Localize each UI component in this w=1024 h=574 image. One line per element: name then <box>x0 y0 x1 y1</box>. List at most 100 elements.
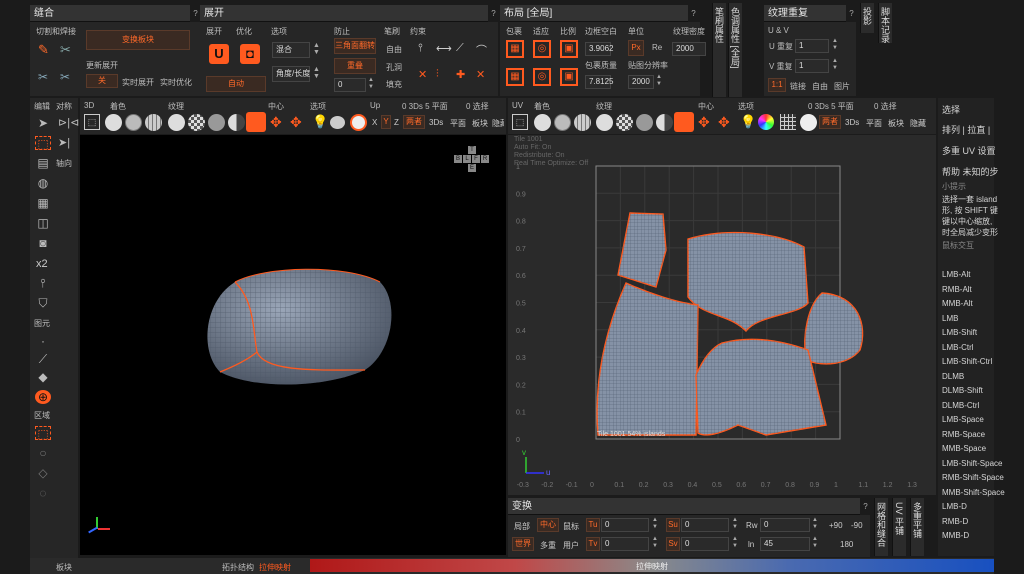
nav-bottom[interactable]: E <box>468 164 476 172</box>
x2-label[interactable]: x2 <box>36 258 48 270</box>
free-brush-label[interactable]: 自由 <box>386 44 402 55</box>
plane-tool-icon[interactable]: ◆ <box>35 370 51 384</box>
ratio-1-1-button[interactable]: 1:1 <box>768 78 786 92</box>
help-icon[interactable]: ? <box>860 501 871 512</box>
texture-repeat-header[interactable]: 纹理重复 <box>764 5 846 22</box>
free-button[interactable]: 自由 <box>812 81 828 92</box>
help-unknown-step[interactable]: 帮助 未知的步 <box>942 165 999 178</box>
spinner-icon[interactable]: ▲ ▼ <box>368 77 374 91</box>
v-repeat-field[interactable]: 1 <box>795 59 829 73</box>
multi-repeat-tab[interactable]: 多重平铺 <box>910 498 924 556</box>
uv-texture-solid-icon[interactable] <box>596 114 613 131</box>
transform-panel-header[interactable]: 变换 <box>508 498 860 515</box>
nav-left[interactable]: L <box>463 155 471 163</box>
arrange-straighten-menu[interactable]: 排列 | 拉直 | <box>942 123 990 136</box>
nav-top[interactable]: T <box>468 146 476 154</box>
pin-x-icon[interactable]: ✕ <box>418 68 427 81</box>
sphere-shade-icon[interactable] <box>350 114 367 131</box>
margin-field[interactable]: 3.9062 <box>585 42 613 56</box>
uv-grid-icon[interactable] <box>780 114 796 130</box>
view3d-hide-button[interactable]: 隐藏 <box>492 118 504 129</box>
texture-half-icon[interactable] <box>228 114 245 131</box>
frame-icon[interactable]: ⬚ <box>84 114 100 130</box>
uv-shade-solid-icon[interactable] <box>534 114 551 131</box>
re-unit-button[interactable]: Re <box>652 43 662 52</box>
convert-seams-button[interactable]: 变换板块 <box>86 30 190 50</box>
pin-icon[interactable]: ⫯ <box>35 276 51 290</box>
rotate-180-button[interactable]: 180 <box>840 540 853 549</box>
realtime-unwrap-toggle[interactable]: 实时展开 <box>122 77 154 88</box>
realtime-optimize-toggle[interactable]: 实时优化 <box>160 77 192 88</box>
fill-brush-label[interactable]: 填充 <box>386 79 402 90</box>
su-button[interactable]: Su <box>666 518 680 532</box>
uv-center-move-icon[interactable]: ✥ <box>698 114 710 131</box>
shade-grid-icon[interactable] <box>145 114 162 131</box>
fit-icon[interactable]: ◎ <box>533 40 551 58</box>
nav-cube[interactable]: T B L F R E <box>454 146 490 176</box>
tu-field[interactable]: 0 <box>601 518 649 532</box>
su-field[interactable]: 0 <box>681 518 729 532</box>
spinner-icon[interactable]: ▲ ▼ <box>812 517 818 531</box>
texture-solid-icon[interactable] <box>168 114 185 131</box>
user-button[interactable]: 用户 <box>563 540 579 551</box>
blend-select[interactable]: 混合 <box>272 42 310 58</box>
pack-all-icon[interactable]: ▦ <box>506 68 524 86</box>
brush-attr-tab[interactable]: 笔刷属性 <box>712 3 726 97</box>
cross-x-icon[interactable]: ✚ <box>456 68 465 81</box>
stitch-tool-icon[interactable]: ✂ <box>38 70 48 84</box>
globe-icon[interactable]: ⊕ <box>35 390 51 404</box>
multi-uv-settings[interactable]: 多重 UV 设置 <box>942 144 996 157</box>
mesh-3d[interactable] <box>195 262 395 390</box>
ratio-icon[interactable]: ▣ <box>560 40 578 58</box>
sv-field[interactable]: 0 <box>681 537 729 551</box>
shade-wire-icon[interactable] <box>125 114 142 131</box>
center-move-icon[interactable]: ✥ <box>270 114 282 131</box>
ratio-all-icon[interactable]: ▣ <box>560 68 578 86</box>
texture-mesh-icon[interactable] <box>208 114 225 131</box>
uv-texture-half-icon[interactable] <box>656 114 673 131</box>
rw-field[interactable]: 0 <box>760 518 810 532</box>
uv-texture-active-icon[interactable] <box>674 112 694 132</box>
ellipse-icon[interactable] <box>330 116 345 129</box>
rotate-minus-90-button[interactable]: -90 <box>851 521 863 530</box>
pin-icon[interactable]: ⫯ <box>418 42 423 55</box>
help-icon[interactable]: ? <box>846 8 857 19</box>
axis-x-button[interactable]: X <box>372 118 377 127</box>
curve-icon[interactable]: ⌒ <box>476 42 487 58</box>
uv-3ds-button[interactable]: 3Ds <box>845 118 859 127</box>
spinner-icon[interactable]: ▲ ▼ <box>832 58 838 72</box>
axis-y-button[interactable]: Y <box>381 115 391 129</box>
stitch-panel-header[interactable]: 缝合 <box>30 5 190 22</box>
spinner-icon[interactable]: ▲ ▼ <box>652 517 658 531</box>
status-topology[interactable]: 拓扑结构 <box>222 562 254 573</box>
weld-icon[interactable]: ✂ <box>60 42 71 58</box>
uv-frame-icon[interactable]: ⬚ <box>512 114 528 130</box>
image-button[interactable]: 图片 <box>834 81 850 92</box>
view3d-plane-button[interactable]: 平面 <box>450 118 466 129</box>
uv-shade-grid-icon[interactable] <box>574 114 591 131</box>
px-unit-button[interactable]: Px <box>628 40 644 56</box>
center-button[interactable]: 中心 <box>537 518 559 532</box>
sphere-icon[interactable]: ◍ <box>35 176 51 190</box>
cube-icon[interactable]: ▦ <box>35 196 51 210</box>
shield-icon[interactable]: ⛉ <box>35 296 51 310</box>
spinner-icon[interactable]: ▲ ▼ <box>313 42 320 56</box>
select-panel-title[interactable]: 选择 <box>942 103 960 116</box>
uv-plane-button[interactable]: 平面 <box>866 118 882 129</box>
view3d-3ds-button[interactable]: 3Ds <box>429 118 443 127</box>
uv-shade-wire-icon[interactable] <box>554 114 571 131</box>
freehand-icon[interactable]: ◌ <box>35 486 51 500</box>
tu-button[interactable]: Tu <box>586 518 600 532</box>
uv-color-wheel-icon[interactable] <box>758 114 774 130</box>
uv-texture-check-icon[interactable] <box>616 114 633 131</box>
mirror-pivot-icon[interactable]: ➤| <box>58 136 70 149</box>
density-field[interactable]: 2000 <box>672 42 706 56</box>
light-icon[interactable]: 💡 <box>312 114 328 130</box>
uv-texture-mesh-icon[interactable] <box>636 114 653 131</box>
shade-solid-icon[interactable] <box>105 114 122 131</box>
spinner-icon[interactable]: ▲ ▼ <box>732 517 738 531</box>
dot-icon[interactable]: · <box>35 334 51 348</box>
stitch-tool2-icon[interactable]: ✂ <box>60 70 70 84</box>
sv-button[interactable]: Sv <box>666 537 680 551</box>
uv-light-icon[interactable]: 💡 <box>740 114 756 130</box>
